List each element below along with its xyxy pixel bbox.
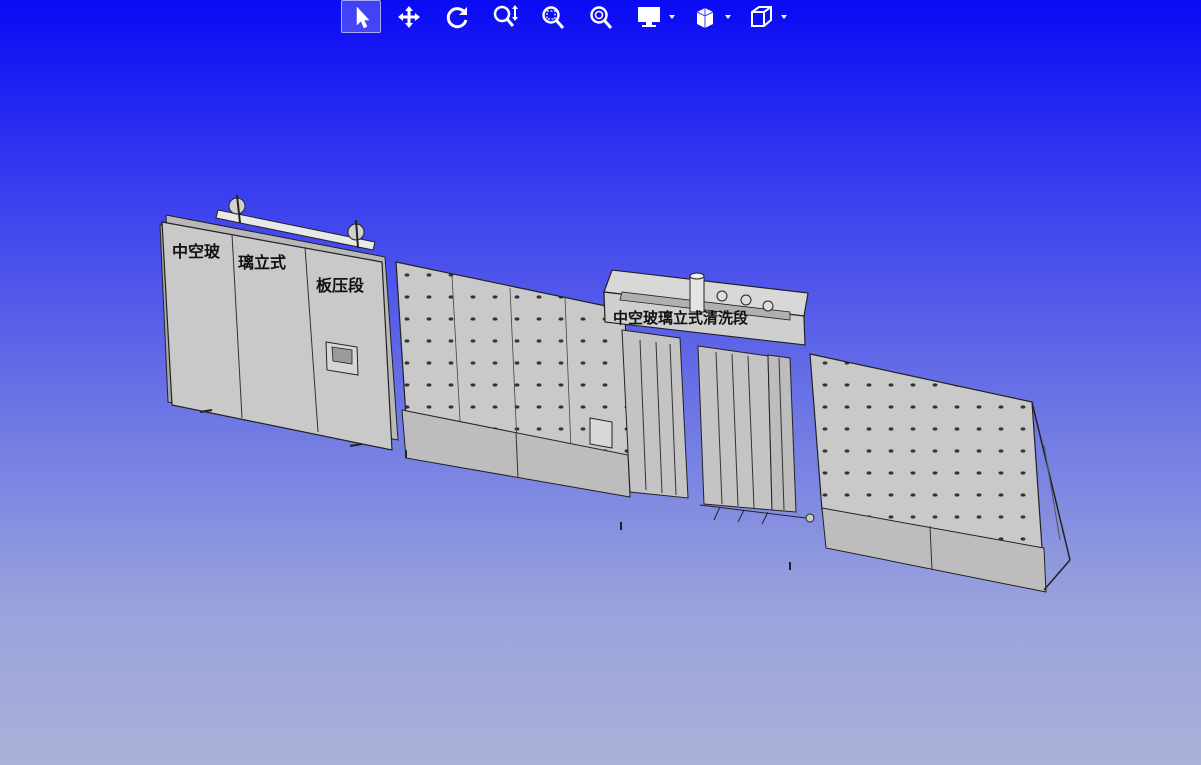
select-arrow-icon [356, 5, 370, 28]
zoom-tool-button[interactable] [485, 0, 525, 33]
view-toolbar [341, 0, 797, 33]
cad-model-scene[interactable]: 中空玻 璃立式 板压段 中空玻璃立式清洗段 [0, 0, 1201, 765]
select-tool-button[interactable] [341, 0, 381, 33]
3d-viewport[interactable]: 中空玻 璃立式 板压段 中空玻璃立式清洗段 [0, 0, 1201, 765]
press-label-2: 璃立式 [238, 253, 286, 272]
display-mode-icon [638, 6, 660, 27]
chevron-down-icon [781, 14, 787, 19]
press-label-3: 板压段 [316, 276, 365, 295]
view-cube-icon [751, 5, 772, 27]
zoom-fit-icon [590, 5, 613, 29]
rotate-icon [446, 6, 468, 28]
press-section: 中空玻 璃立式 板压段 [159, 194, 399, 451]
chevron-down-icon [669, 14, 675, 19]
pan-tool-button[interactable] [389, 0, 429, 33]
zoom-window-button[interactable] [533, 0, 573, 33]
press-label-1: 中空玻 [172, 242, 221, 261]
conveyor-section-2 [809, 353, 1071, 593]
zoom-window-icon [542, 5, 565, 29]
washer-label: 中空玻璃立式清洗段 [613, 309, 748, 327]
view-orientation-button[interactable] [741, 0, 781, 33]
zoom-icon [493, 4, 518, 27]
zoom-fit-button[interactable] [581, 0, 621, 33]
display-mode-button[interactable] [629, 0, 669, 33]
section-view-button[interactable] [685, 0, 725, 33]
section-view-icon [696, 7, 714, 28]
conveyor-section-1 [395, 261, 631, 530]
pan-move-icon [398, 5, 420, 28]
rotate-tool-button[interactable] [437, 0, 477, 33]
washer-section: 中空玻璃立式清洗段 [603, 269, 815, 570]
chevron-down-icon [725, 14, 731, 19]
